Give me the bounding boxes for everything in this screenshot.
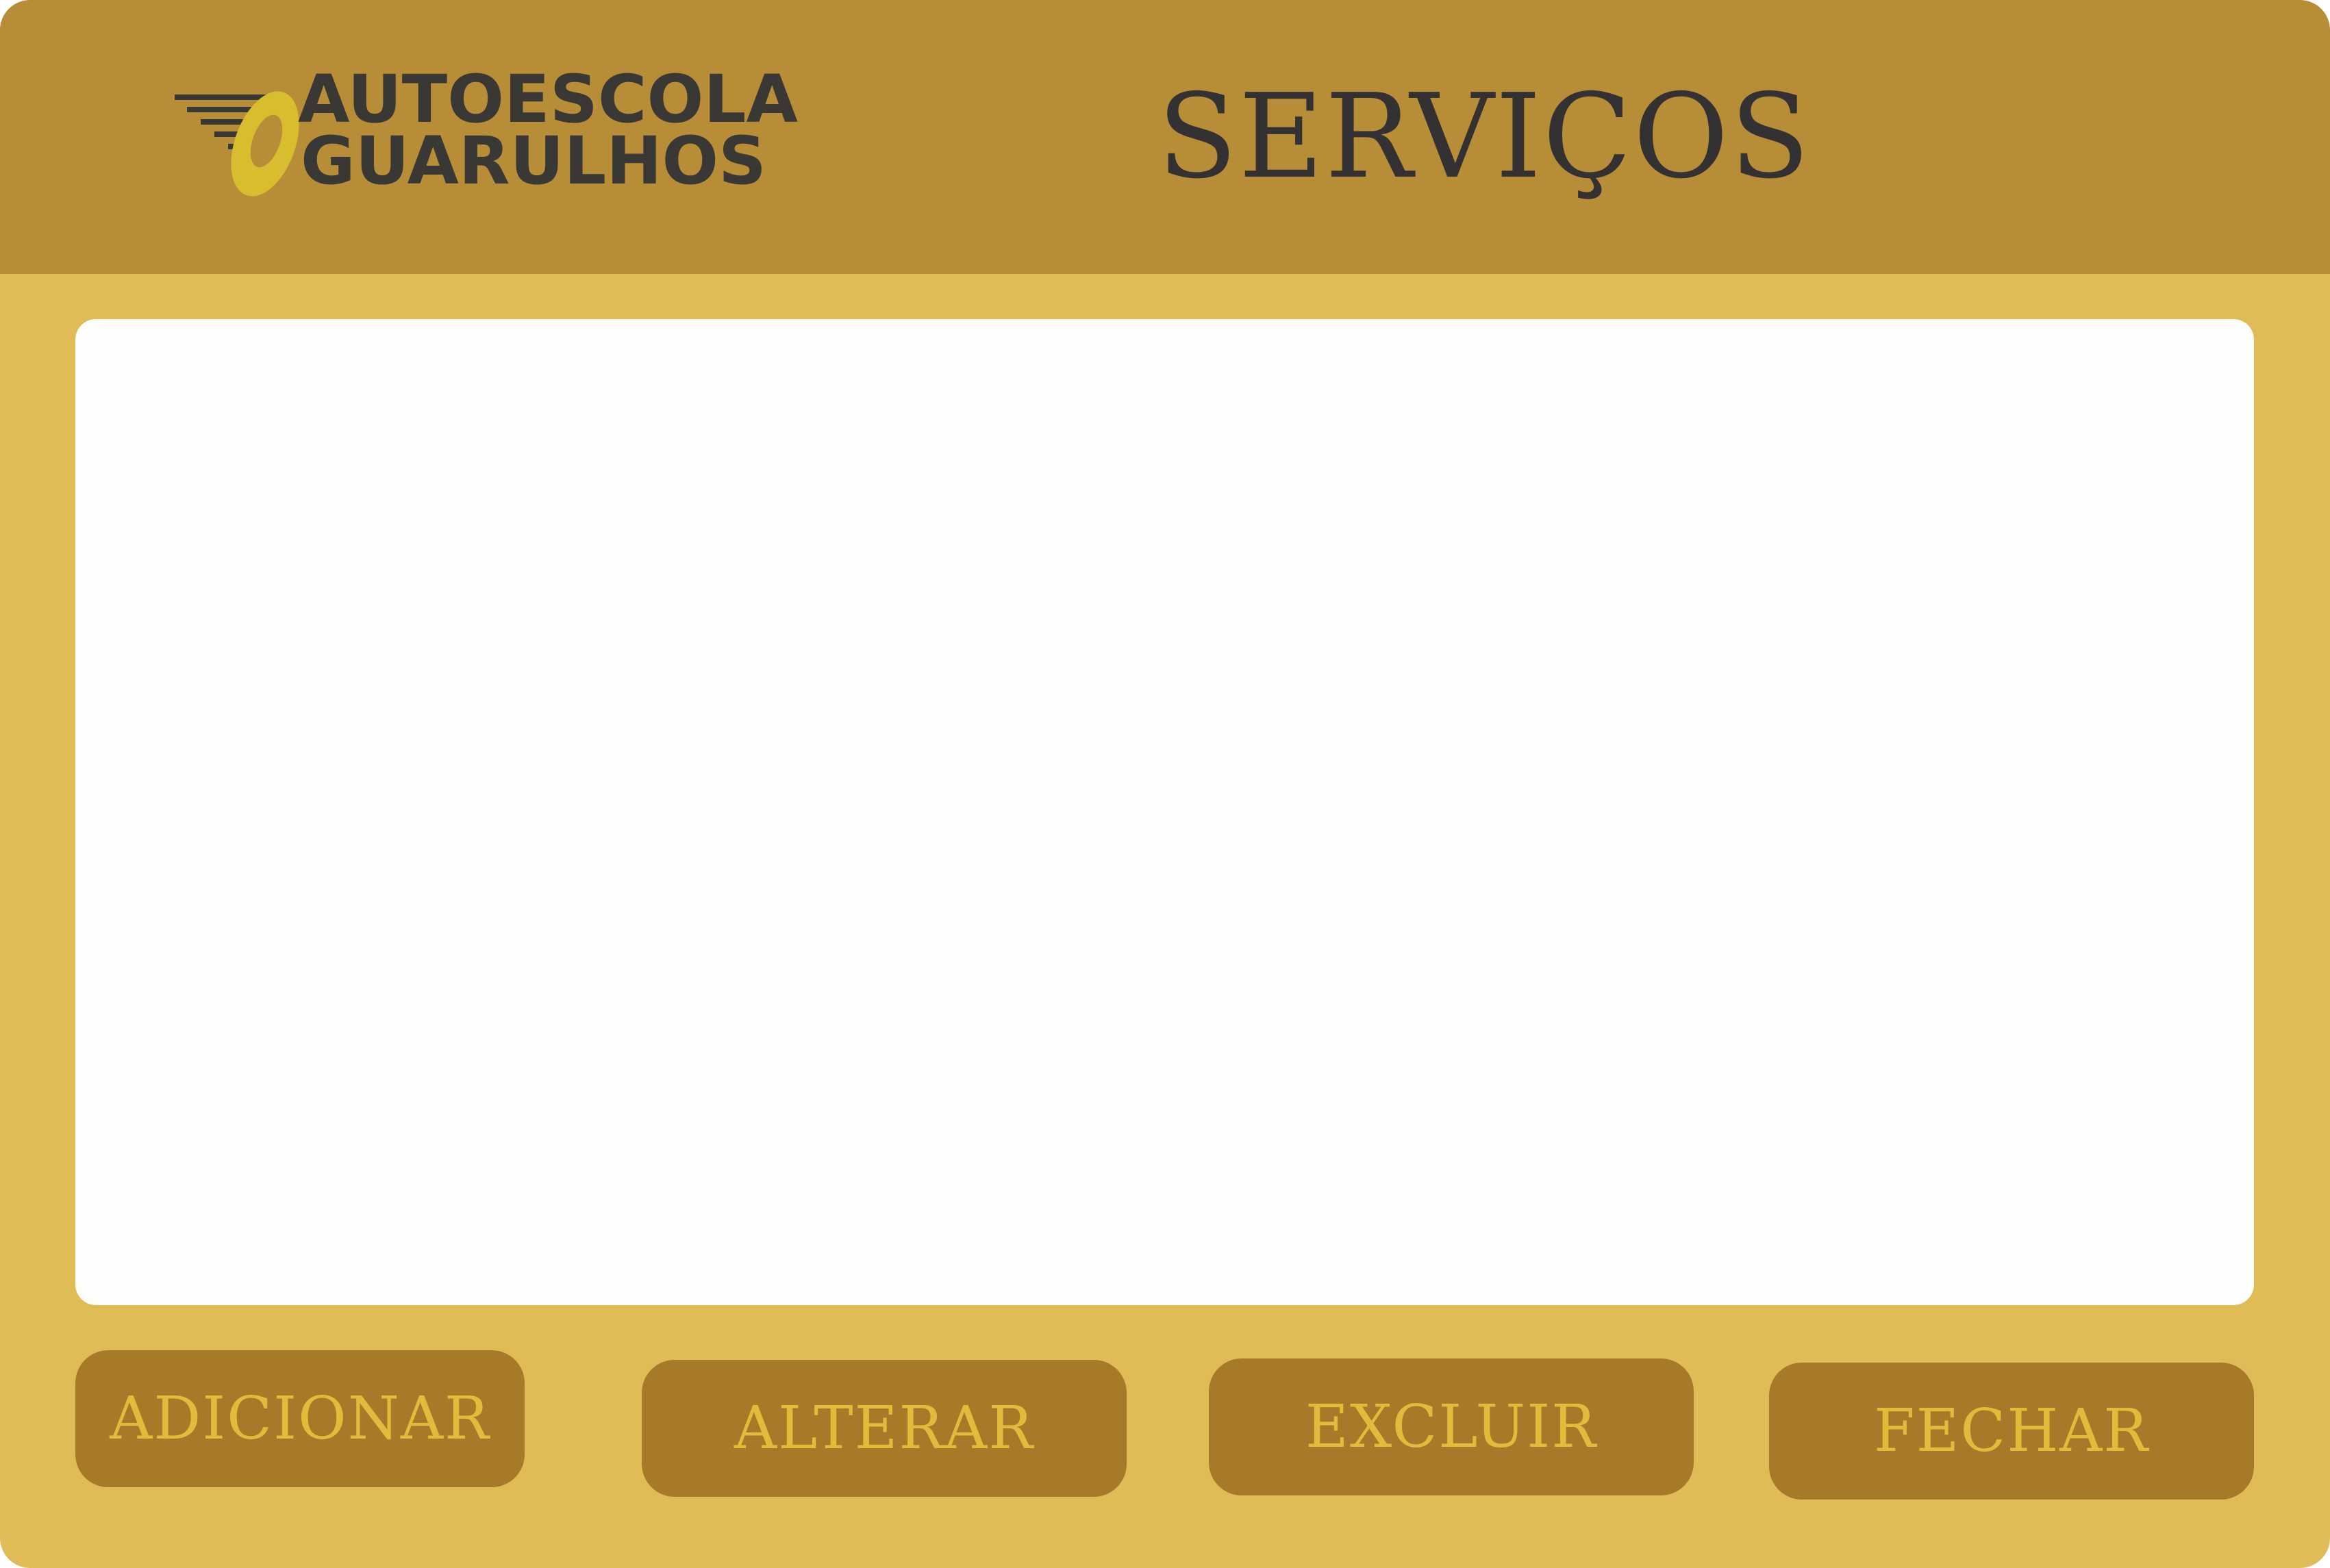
page-title: SERVIÇOS xyxy=(1157,69,1812,205)
logo-line2: GUARULHOS xyxy=(301,123,766,199)
edit-button[interactable]: ALTERAR xyxy=(642,1360,1127,1497)
add-button[interactable]: ADICIONAR xyxy=(75,1350,525,1487)
delete-button[interactable]: EXCLUIR xyxy=(1209,1358,1694,1495)
services-list-panel[interactable] xyxy=(75,319,2254,1305)
header-bar: AUTOESCOLA GUARULHOS SERVIÇOS xyxy=(0,0,2330,274)
services-window: AUTOESCOLA GUARULHOS SERVIÇOS ADICIONAR … xyxy=(0,0,2330,1568)
autoescola-guarulhos-logo: AUTOESCOLA GUARULHOS xyxy=(175,62,805,212)
close-button[interactable]: FECHAR xyxy=(1769,1363,2254,1500)
